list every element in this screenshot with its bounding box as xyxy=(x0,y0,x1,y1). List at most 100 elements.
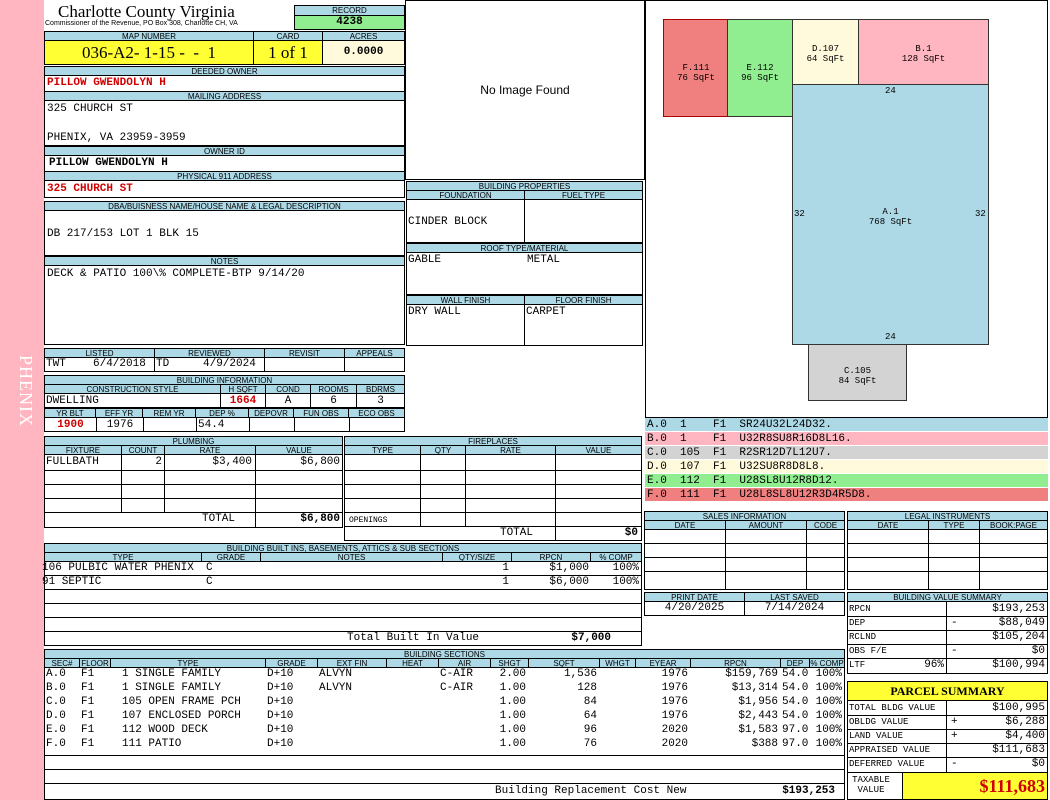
building-info-row2: 1900 1976 54.4 xyxy=(44,417,405,432)
bs-cell-shgt: 1.00 xyxy=(499,696,526,708)
sales-amount-header: AMOUNT xyxy=(725,520,807,530)
bs-cell-dep: 97.0 xyxy=(782,738,809,750)
bs-cell-floor: F1 xyxy=(81,724,95,736)
bs-cell-air: C-AIR xyxy=(440,668,474,680)
dep-pct-value: 54.4 xyxy=(198,419,225,431)
legend-row-d: D.0 107 F1 U32SU8R8D8L8. xyxy=(645,460,1048,474)
bdrms-value: 3 xyxy=(377,395,384,407)
built-ins-total-label: Total Built In Value xyxy=(347,632,480,644)
legal-bookpage-header: BOOK:PAGE xyxy=(979,520,1048,530)
sketch-area-d107-sqft: 64 SqFt xyxy=(806,54,845,64)
construction-style-value: DWELLING xyxy=(46,395,99,407)
value-summary-table: RPCN $193,253 DEP - $88,049 RCLND $105,2… xyxy=(847,601,1048,674)
built-in-row-2-rpcn: $6,000 xyxy=(549,576,589,588)
mailing-address-box: 325 CHURCH ST PHENIX, VA 23959-3959 xyxy=(44,100,405,146)
bs-cell-sec: D.0 xyxy=(46,710,66,722)
built-ins-notes-header: NOTES xyxy=(260,552,443,562)
foundation-value: CINDER BLOCK xyxy=(408,216,488,228)
vs-ltf-label: LTF xyxy=(849,660,866,670)
vs-rclnd-label: RCLND xyxy=(849,632,877,642)
listed-by: TWT xyxy=(46,358,66,370)
sales-code-header: CODE xyxy=(806,520,845,530)
bs-cell-shgt: 1.00 xyxy=(499,724,526,736)
sketch-area-e112: E.112 96 SqFt xyxy=(727,19,793,117)
bs-cell-grade: D+10 xyxy=(267,710,294,722)
sketch-area-c105-sqft: 84 SqFt xyxy=(838,376,877,386)
built-ins-grade-header: GRADE xyxy=(201,552,261,562)
wall-finish-box: DRY WALL xyxy=(406,304,525,346)
bs-header-type: TYPE xyxy=(110,658,266,668)
bs-cell-sec: C.0 xyxy=(46,696,66,708)
wall-finish-value: DRY WALL xyxy=(408,306,461,318)
bs-header-rpcn: RPCN xyxy=(690,658,781,668)
vs-rclnd-value: $105,204 xyxy=(992,631,1045,643)
bs-cell-type: 1 SINGLE FAMILY xyxy=(122,682,222,694)
mailing-address-line1: 325 CHURCH ST xyxy=(47,103,133,115)
sales-table: DATE AMOUNT CODE xyxy=(644,520,845,590)
bs-cell-sec: E.0 xyxy=(46,724,66,736)
sketch-area-a1-sqft: 768 SqFt xyxy=(868,217,913,227)
legal-table: DATE TYPE BOOK:PAGE xyxy=(847,520,1048,590)
replacement-cost-label: Building Replacement Cost New xyxy=(495,785,687,797)
fireplaces-table: TYPE QTY RATE VALUE OPENINGS TOTAL $0 xyxy=(344,445,642,541)
bs-cell-sqft: 76 xyxy=(583,738,597,750)
physical-address-value: 325 CHURCH ST xyxy=(44,180,405,198)
taxable-value-label: TAXABLE VALUE xyxy=(852,775,890,795)
built-ins-rpcn-header: RPCN xyxy=(511,552,591,562)
bs-cell-shgt: 1.00 xyxy=(499,682,526,694)
review-row: TWT 6/4/2018 TD 4/9/2024 xyxy=(44,357,405,372)
fireplace-total-label: TOTAL xyxy=(499,527,533,539)
vs-obs-value: $0 xyxy=(1031,645,1045,657)
bs-cell-floor: F1 xyxy=(81,668,95,680)
built-ins-type-header: TYPE xyxy=(44,552,202,562)
last-saved-value: 7/14/2024 xyxy=(744,601,845,616)
plumbing-rate-header: RATE xyxy=(164,445,256,455)
bs-cell-comp: 100% xyxy=(815,710,842,722)
ps-total-bldg-label: TOTAL BLDG VALUE xyxy=(849,703,936,713)
building-info-row1: DWELLING 1664 A 6 3 xyxy=(44,393,405,408)
vs-ltf-pct: 96% xyxy=(924,659,944,671)
dba-box: DB 217/153 LOT 1 BLK 15 xyxy=(44,210,405,256)
plumbing-total-value: $6,800 xyxy=(300,513,340,525)
built-in-row-2-type: 91 SEPTIC xyxy=(42,576,102,588)
sketch-dim-right: 32 xyxy=(975,209,986,219)
sketch-area-d107: D.107 64 SqFt xyxy=(792,19,859,85)
bs-cell-comp: 100% xyxy=(815,696,842,708)
built-in-row-2-qty: 1 xyxy=(502,576,509,588)
plumbing-row-fixture: FULLBATH xyxy=(46,456,99,468)
bs-header-eyear: EYEAR xyxy=(635,658,691,668)
bs-cell-rpcn: $1,583 xyxy=(738,724,778,736)
bs-cell-eyear: 1976 xyxy=(661,696,688,708)
building-sections-table: SEC# FLOOR TYPE GRADE EXT FIN HEAT AIR SHGT SQFT… xyxy=(44,658,845,800)
bs-cell-type: 111 PATIO xyxy=(122,738,182,750)
bs-cell-rpcn: $159,769 xyxy=(725,668,778,680)
plumbing-total-label: TOTAL xyxy=(201,513,235,525)
dba-value: DB 217/153 LOT 1 BLK 15 xyxy=(47,228,199,240)
bs-header-ext-fin: EXT FIN xyxy=(317,658,387,668)
bs-cell-type: 1 SINGLE FAMILY xyxy=(122,668,222,680)
sketch-area-e112-code: E.112 xyxy=(746,63,774,73)
bs-cell-sqft: 64 xyxy=(583,710,597,722)
fireplace-openings-label: OPENINGS xyxy=(349,516,388,525)
legal-type-header: TYPE xyxy=(928,520,980,530)
bs-header-dep: DEP xyxy=(780,658,810,668)
built-in-row-1-qty: 1 xyxy=(502,562,509,574)
fuel-type-box xyxy=(524,199,643,243)
parcel-summary-label: PARCEL SUMMARY xyxy=(847,681,1048,701)
sketch-area-c105: C.105 84 SqFt xyxy=(808,344,907,401)
vs-ltf-value: $100,994 xyxy=(992,659,1045,671)
built-ins-total-value: $7,000 xyxy=(571,632,611,644)
built-ins-qty-header: QTY/SIZE xyxy=(442,552,512,562)
deeded-owner-value: PILLOW GWENDOLYN H xyxy=(44,75,405,92)
built-ins-comp-header: % COMP xyxy=(590,552,642,562)
bs-cell-shgt: 1.00 xyxy=(499,738,526,750)
notes-value: DECK & PATIO 100\% COMPLETE-BTP 9/14/20 xyxy=(47,268,305,280)
county-title: Charlotte County Virginia xyxy=(58,2,235,21)
rooms-value: 6 xyxy=(330,395,337,407)
bs-header-floor: FLOOR xyxy=(79,658,111,668)
record-value: 4238 xyxy=(294,15,405,30)
replacement-cost-value: $193,253 xyxy=(782,785,835,797)
bs-cell-grade: D+10 xyxy=(267,682,294,694)
sketch-area-f111: F.111 76 SqFt xyxy=(663,19,729,117)
ps-deferred-value: $0 xyxy=(1031,758,1045,770)
